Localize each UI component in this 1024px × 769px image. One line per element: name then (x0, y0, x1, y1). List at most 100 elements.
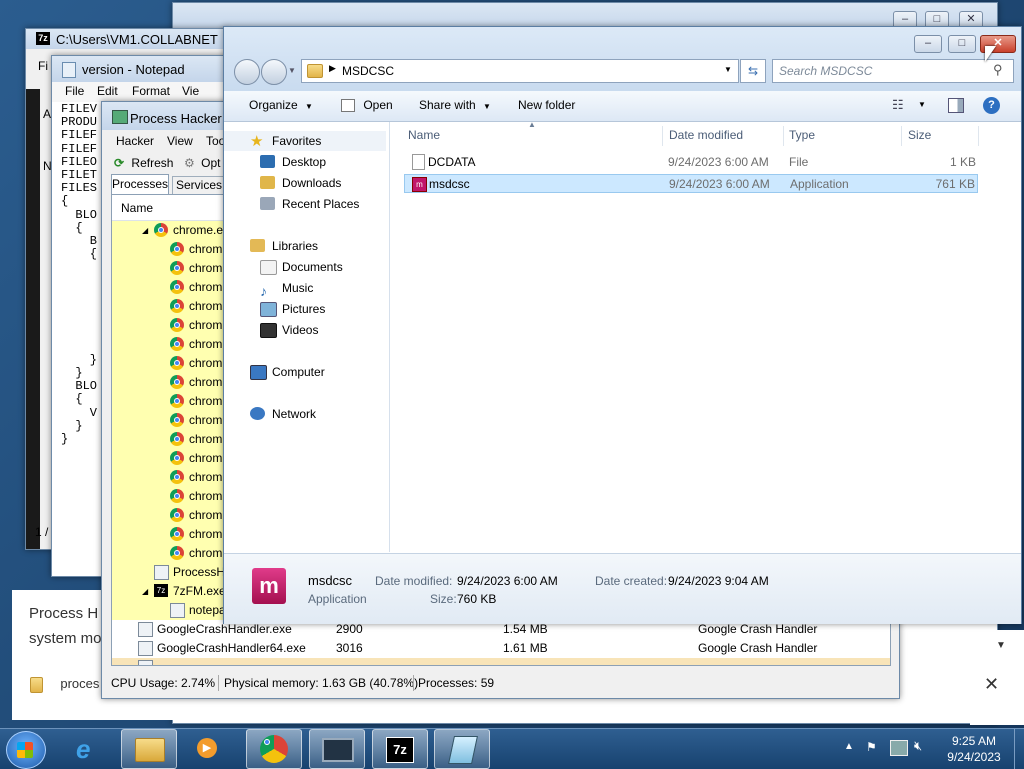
file-row-dcdata[interactable]: DCDATA 9/24/2023 6:00 AM File 1 KB (404, 152, 978, 172)
share-with-label: Share with (419, 98, 476, 112)
star-icon: ★ (250, 133, 264, 150)
start-button[interactable] (6, 731, 46, 769)
process-name: chrom (189, 261, 223, 275)
notepad-menu-edit[interactable]: Edit (97, 84, 118, 98)
column-size[interactable]: Size (908, 122, 931, 148)
taskbar-media-player[interactable]: ▶ (180, 729, 234, 767)
crash-handler-icon (138, 622, 153, 637)
view-dropdown-icon[interactable]: ▼ (918, 100, 926, 109)
process-name: 7zFM.exe (173, 584, 226, 598)
forward-button[interactable] (261, 59, 287, 85)
sevenzip-char-a: A (43, 107, 52, 121)
show-desktop-button[interactable] (1014, 729, 1024, 769)
nav-favorites[interactable]: ★ Favorites (224, 131, 386, 151)
chrome-icon (170, 356, 184, 370)
recent-pages-dropdown[interactable]: ▼ (288, 66, 296, 75)
details-size-label: Size: (430, 592, 457, 606)
volume-muted-icon[interactable]: 🔇︎ (914, 738, 922, 754)
notepad-icon (448, 736, 478, 764)
nav-network-label: Network (272, 407, 317, 421)
taskbar-7zip[interactable]: 7z (372, 729, 428, 769)
open-button[interactable]: Open (341, 98, 393, 113)
process-row-crash-handler[interactable]: GoogleCrashHandler64.exe 3016 1.61 MB Googl… (112, 639, 890, 658)
notepad-text-area[interactable]: FILEV PRODU FILEF FILEF FILEO FILET FILES{ BLO… (61, 102, 98, 447)
expand-toggle-icon[interactable]: ◢ (142, 582, 148, 601)
search-box[interactable]: Search MSDCSC ⚲ (772, 59, 1014, 83)
address-chevron-icon: ▶ (329, 63, 336, 73)
chrome-icon (170, 527, 184, 541)
notepad-menu-view[interactable]: Vie (182, 84, 199, 98)
preview-pane-icon[interactable] (948, 98, 964, 113)
media-player-icon: ▶ (197, 738, 217, 758)
process-pid: 3016 (336, 641, 363, 655)
ph-process-count: Processes: 59 (418, 676, 495, 690)
column-name[interactable]: Name (408, 122, 440, 148)
ph-refresh-button[interactable]: ⟳ Refresh (114, 153, 173, 173)
action-center-icon[interactable]: ⚑ (866, 740, 880, 754)
nav-pictures-label: Pictures (282, 302, 326, 316)
nav-documents-label: Documents (282, 260, 343, 274)
back-button[interactable] (234, 59, 260, 85)
internet-explorer-icon: e (76, 734, 91, 764)
scroll-down-arrow-icon[interactable]: ▼ (996, 640, 1006, 651)
explorer-minimize-button[interactable]: – (914, 35, 942, 53)
ph-menu-hacker[interactable]: Hacker (116, 134, 154, 148)
process-row-partial[interactable] (112, 658, 890, 665)
ph-tab-processes[interactable]: Processes (111, 174, 169, 194)
help-icon[interactable]: ? (983, 97, 1000, 114)
taskbar-notepad[interactable] (434, 729, 490, 769)
address-bar[interactable]: ▶ MSDCSC ▼ (301, 59, 739, 83)
taskbar-explorer[interactable] (121, 729, 177, 769)
file-list: Name ▲ Date modified Type Size DCDATA 9/… (390, 120, 1021, 552)
ph-options-button[interactable]: ⚙ Opt (184, 153, 220, 173)
windows-logo-icon (17, 742, 33, 758)
ph-status-bar: CPU Usage: 2.74% Physical memory: 1.63 G… (106, 672, 896, 694)
address-dropdown-icon[interactable]: ▼ (724, 65, 732, 74)
share-with-button[interactable]: Share with ▼ (419, 98, 491, 112)
expand-toggle-icon[interactable]: ◢ (142, 221, 148, 240)
right-page-fragment: ✕ ▼ (970, 630, 1024, 725)
notepad-line: } (61, 432, 69, 447)
details-kind: Application (308, 592, 367, 606)
notepad-line (61, 327, 97, 340)
organize-button[interactable]: Organize ▼ (249, 98, 313, 112)
gear-icon: ⚙ (184, 156, 195, 170)
nav-libraries-label: Libraries (272, 239, 319, 253)
refresh-button[interactable]: ⇆ (740, 59, 766, 83)
videos-icon (260, 323, 277, 338)
sevenzip-status: 1 / (35, 525, 49, 539)
ph-options-label: Opt (201, 156, 221, 170)
taskbar-chrome[interactable] (246, 729, 302, 769)
process-name: notepa (189, 603, 226, 617)
column-type[interactable]: Type (789, 122, 815, 148)
download-item[interactable]: proces (30, 676, 99, 696)
clock[interactable]: 9:25 AM 9/24/2023 (938, 733, 1010, 765)
explorer-maximize-button[interactable]: □ (948, 35, 976, 53)
sevenzip-menu-file[interactable]: Fi (38, 59, 48, 73)
column-divider-3 (901, 126, 902, 146)
downloads-icon (260, 176, 275, 189)
taskbar-process-hacker[interactable] (309, 729, 365, 769)
taskbar-internet-explorer[interactable]: e (62, 729, 116, 767)
sevenzip-icon: 7z (154, 584, 168, 597)
ph-column-name[interactable]: Name (121, 201, 153, 215)
chrome-icon (170, 375, 184, 389)
ph-tab-services[interactable]: Services (172, 176, 226, 194)
details-date-modified-label: Date modified: (375, 574, 453, 588)
nav-desktop-label: Desktop (282, 155, 327, 169)
show-hidden-icons-button[interactable]: ▲ (844, 741, 854, 752)
notepad-menu-file[interactable]: File (65, 84, 84, 98)
new-folder-button[interactable]: New folder (518, 98, 575, 112)
notepad-menu-format[interactable]: Format (132, 84, 170, 98)
change-view-icon[interactable]: ☷ (892, 97, 904, 113)
close-download-bar-icon[interactable]: ✕ (984, 674, 999, 695)
column-date-modified[interactable]: Date modified (669, 122, 743, 148)
explorer-title-bar: – □ ✕ ▼ ▶ MSDCSC ▼ ⇆ Search MSDCSC ⚲ (224, 27, 1021, 91)
process-name: chrom (189, 470, 223, 484)
notepad-line: BLO (61, 207, 98, 222)
mouse-cursor-icon (985, 46, 996, 62)
file-row-msdcsc[interactable]: m msdcsc 9/24/2023 6:00 AM Application 7… (404, 174, 978, 193)
explorer-window: – □ ✕ ▼ ▶ MSDCSC ▼ ⇆ Search MSDCSC ⚲ Org… (223, 26, 1022, 624)
network-tray-icon[interactable] (890, 740, 908, 756)
ph-menu-view[interactable]: View (167, 134, 193, 148)
